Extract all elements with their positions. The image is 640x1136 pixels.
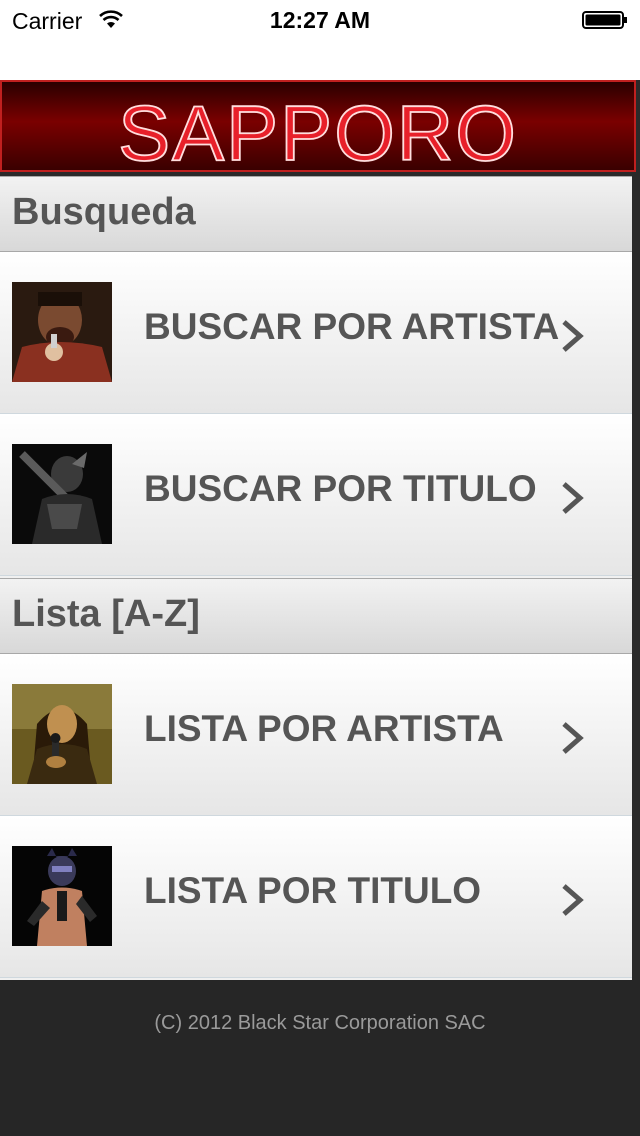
row-buscar-por-artista[interactable]: BUSCAR POR ARTISTA — [0, 252, 632, 414]
status-bar: Carrier 12:27 AM — [0, 0, 640, 40]
copyright-text: (C) 2012 Black Star Corporation SAC — [154, 1012, 486, 1034]
thumbnail-catwoman — [12, 846, 112, 946]
menu-list: Busqueda BUSCAR POR ARTISTA BUSCAR POR T… — [0, 176, 632, 980]
section-title: Lista [A-Z] — [12, 593, 200, 635]
header-spacer — [0, 40, 640, 80]
thumbnail-spartan — [12, 282, 112, 382]
chevron-right-icon — [562, 320, 584, 352]
app-banner: SAPPORO — [0, 80, 636, 172]
row-label: BUSCAR POR ARTISTA — [144, 306, 560, 347]
row-lista-por-artista[interactable]: LISTA POR ARTISTA — [0, 654, 632, 816]
thumbnail-mona-lisa — [12, 684, 112, 784]
section-title: Busqueda — [12, 191, 196, 233]
row-label: LISTA POR ARTISTA — [144, 708, 504, 749]
row-label: BUSCAR POR TITULO — [144, 468, 537, 509]
banner-logo: SAPPORO — [117, 88, 518, 170]
section-header-lista: Lista [A-Z] — [0, 578, 632, 654]
row-label: LISTA POR TITULO — [144, 870, 482, 911]
footer: (C) 2012 Black Star Corporation SAC — [0, 980, 640, 1136]
thumbnail-dark-knight — [12, 444, 112, 544]
chevron-right-icon — [562, 722, 584, 754]
chevron-right-icon — [562, 482, 584, 514]
banner-title: SAPPORO — [118, 89, 518, 170]
clock: 12:27 AM — [269, 7, 371, 33]
battery-icon — [582, 11, 627, 29]
row-buscar-por-titulo[interactable]: BUSCAR POR TITULO — [0, 414, 632, 576]
chevron-right-icon — [562, 884, 584, 916]
section-header-busqueda: Busqueda — [0, 176, 632, 252]
row-lista-por-titulo[interactable]: LISTA POR TITULO — [0, 816, 632, 978]
